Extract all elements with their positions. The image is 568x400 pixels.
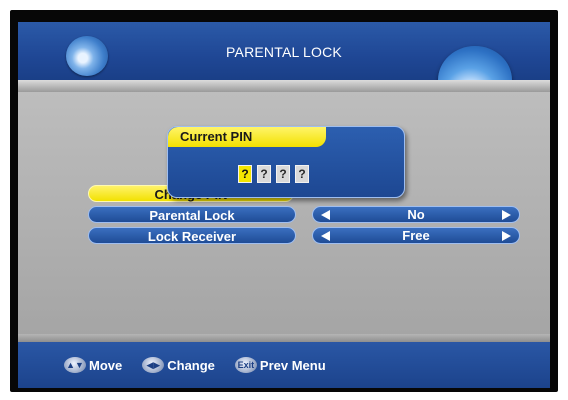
parental-lock-value-text: No bbox=[407, 207, 425, 222]
arrow-left-icon[interactable] bbox=[321, 209, 330, 220]
footer-divider bbox=[18, 334, 550, 342]
prev-menu-hint: Exit Prev Menu bbox=[234, 357, 326, 373]
arrow-right-icon[interactable] bbox=[502, 230, 511, 241]
header-bar: PARENTAL LOCK bbox=[18, 22, 550, 114]
lock-receiver-value-text: Free bbox=[402, 228, 430, 243]
pin-entry-dialog[interactable]: Current PIN ? ? ? ? bbox=[167, 126, 405, 198]
pin-digit-2[interactable]: ? bbox=[257, 165, 271, 183]
exit-icon: Exit bbox=[234, 357, 257, 373]
lock-receiver-label: Lock Receiver bbox=[147, 229, 237, 244]
pin-digit-1[interactable]: ? bbox=[238, 165, 252, 183]
move-hint: ▲▼ Move bbox=[64, 357, 122, 373]
updown-icon: ▲▼ bbox=[64, 357, 86, 373]
change-hint-label: Change bbox=[167, 357, 215, 373]
arrow-left-icon[interactable] bbox=[321, 230, 330, 241]
tv-screen: PARENTAL LOCK Change PIN Parental Lock N… bbox=[18, 22, 550, 388]
header-divider bbox=[18, 80, 550, 92]
lock-receiver-value[interactable]: Free bbox=[312, 227, 520, 244]
parental-lock-label: Parental Lock bbox=[149, 208, 235, 223]
pin-digit-3[interactable]: ? bbox=[276, 165, 290, 183]
footer-bar: ▲▼ Move ◀▶ Change Exit Prev Menu bbox=[18, 342, 550, 388]
move-hint-label: Move bbox=[89, 357, 123, 373]
pin-digit-row[interactable]: ? ? ? ? bbox=[238, 165, 309, 183]
pin-digit-4[interactable]: ? bbox=[295, 165, 309, 183]
pin-dialog-title: Current PIN bbox=[168, 127, 326, 147]
change-hint: ◀▶ Change bbox=[142, 357, 215, 373]
lock-receiver-item[interactable]: Lock Receiver bbox=[88, 227, 296, 244]
leftright-icon: ◀▶ bbox=[142, 357, 165, 373]
tv-frame: PARENTAL LOCK Change PIN Parental Lock N… bbox=[10, 10, 558, 392]
parental-lock-value[interactable]: No bbox=[312, 206, 520, 223]
prev-menu-hint-label: Prev Menu bbox=[259, 357, 326, 373]
parental-lock-item[interactable]: Parental Lock bbox=[88, 206, 296, 223]
arrow-right-icon[interactable] bbox=[502, 209, 511, 220]
